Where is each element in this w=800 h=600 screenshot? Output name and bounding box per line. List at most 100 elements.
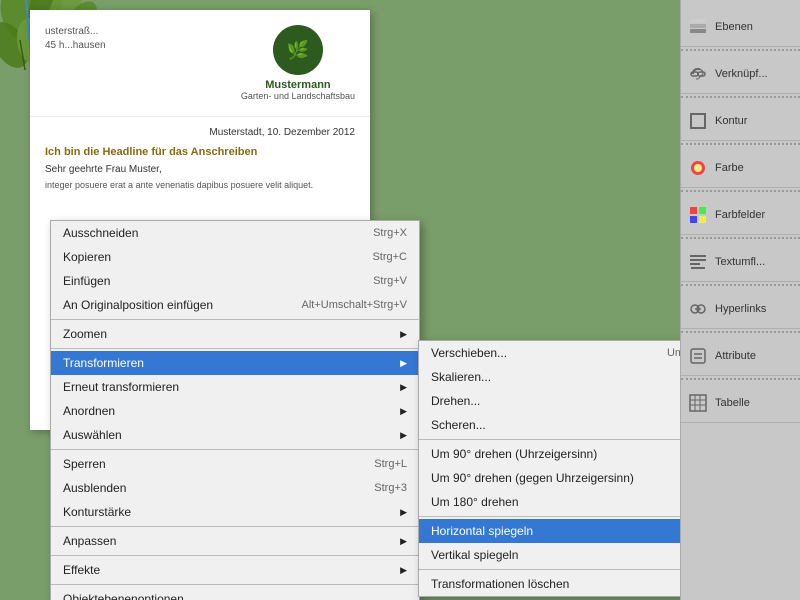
- canvas-area: usterstraß... 45 h...hausen 🌿 Mustermann…: [0, 0, 680, 600]
- panel-item-label: Attribute: [715, 350, 756, 362]
- menu-item-label: Sperren: [63, 457, 106, 471]
- menu-item-ausschneiden[interactable]: Ausschneiden Strg+X: [51, 221, 419, 245]
- doc-header: usterstraß... 45 h...hausen 🌿 Mustermann…: [30, 10, 370, 117]
- doc-body: Musterstadt, 10. Dezember 2012 Ich bin d…: [30, 117, 370, 202]
- context-menu-main: Ausschneiden Strg+X Kopieren Strg+C Einfügen…: [50, 220, 420, 600]
- menu-item-objektebenenoptionen[interactable]: Objektebenenoptionen...: [51, 587, 419, 600]
- menu-item-label: Anordnen: [63, 404, 115, 418]
- menu-shortcut: Alt+Umschalt+Strg+V: [302, 299, 407, 311]
- logo-circle: 🌿: [273, 25, 323, 75]
- panel-item-label: Tabelle: [715, 397, 750, 409]
- menu-item-label: Transformieren: [63, 356, 144, 370]
- submenu-item-label: Verschieben...: [431, 346, 507, 360]
- panel-item-verkn-pf[interactable]: Verknüpf...: [681, 55, 800, 94]
- submenu-separator: [419, 439, 680, 440]
- right-panel: Ebenen Verknüpf... Kontur Farbe Farbfelder Te…: [680, 0, 800, 600]
- panel-dotted-separator: [681, 96, 800, 100]
- menu-item-label: Zoomen: [63, 327, 107, 341]
- layers-icon: [687, 16, 709, 38]
- menu-item-label: Einfügen: [63, 274, 110, 288]
- submenu-item-label: Skalieren...: [431, 370, 491, 384]
- panel-item-textumfl[interactable]: Textumfl...: [681, 243, 800, 282]
- menu-shortcut: Strg+C: [372, 251, 407, 263]
- panel-dotted-separator: [681, 143, 800, 147]
- submenu-item-scheren[interactable]: Scheren...: [419, 413, 680, 437]
- panel-item-attribute[interactable]: Attribute: [681, 337, 800, 376]
- panel-dotted-separator: [681, 237, 800, 241]
- attribute-icon: [687, 345, 709, 367]
- panel-dotted-separator: [681, 190, 800, 194]
- stroke-icon: [687, 110, 709, 132]
- panel-item-label: Hyperlinks: [715, 303, 766, 315]
- submenu-item-drehen[interactable]: Drehen...: [419, 389, 680, 413]
- submenu-item-skalieren[interactable]: Skalieren...: [419, 365, 680, 389]
- submenu-item-transformationen-l-schen[interactable]: Transformationen löschen: [419, 572, 680, 596]
- panel-item-hyperlinks[interactable]: Hyperlinks: [681, 290, 800, 329]
- menu-item-kopieren[interactable]: Kopieren Strg+C: [51, 245, 419, 269]
- menu-item-label: An Originalposition einfügen: [63, 298, 213, 312]
- submenu-item-label: Vertikal spiegeln: [431, 548, 518, 562]
- submenu-item-horizontal-spiegeln[interactable]: Horizontal spiegeln: [419, 519, 680, 543]
- menu-item-erneut-transformieren[interactable]: Erneut transformieren: [51, 375, 419, 399]
- doc-body-text: integer posuere erat a ante venenatis da…: [45, 179, 355, 192]
- menu-shortcut: Strg+X: [373, 227, 407, 239]
- menu-separator: [51, 526, 419, 527]
- submenu-separator: [419, 569, 680, 570]
- panel-item-ebenen[interactable]: Ebenen: [681, 8, 800, 47]
- menu-item-label: Ausschneiden: [63, 226, 138, 240]
- submenu-item-um-90-drehen-uhrzeigersinn[interactable]: Um 90° drehen (Uhrzeigersinn): [419, 442, 680, 466]
- panel-item-kontur[interactable]: Kontur: [681, 102, 800, 141]
- link-icon: [687, 63, 709, 85]
- menu-separator: [51, 449, 419, 450]
- submenu-item-label: Scheren...: [431, 418, 486, 432]
- panel-item-tabelle[interactable]: Tabelle: [681, 384, 800, 423]
- menu-item-anordnen[interactable]: Anordnen: [51, 399, 419, 423]
- submenu-separator: [419, 516, 680, 517]
- panel-item-label: Farbe: [715, 162, 744, 174]
- menu-item-label: Objektebenenoptionen...: [63, 592, 194, 600]
- submenu-shortcut: Umschalt+Strg+M: [667, 347, 680, 359]
- submenu-item-label: Um 90° drehen (Uhrzeigersinn): [431, 447, 597, 461]
- menu-item-label: Anpassen: [63, 534, 116, 548]
- menu-item-ausw-hlen[interactable]: Auswählen: [51, 423, 419, 447]
- menu-separator: [51, 555, 419, 556]
- swatches-icon: [687, 204, 709, 226]
- submenu-item-vertikal-spiegeln[interactable]: Vertikal spiegeln: [419, 543, 680, 567]
- menu-item-ausblenden[interactable]: AusblendenStrg+3: [51, 476, 419, 500]
- submenu-item-label: Um 90° drehen (gegen Uhrzeigersinn): [431, 471, 634, 485]
- panel-item-label: Verknüpf...: [715, 68, 768, 80]
- menu-item-sperren[interactable]: Sperren Strg+L: [51, 452, 419, 476]
- menu-item-label: Auswählen: [63, 428, 122, 442]
- panel-item-label: Ebenen: [715, 21, 753, 33]
- doc-address: usterstraß... 45 h...hausen: [45, 25, 106, 53]
- submenu-item-um-90-drehen-gegen-uhrzeigersinn[interactable]: Um 90° drehen (gegen Uhrzeigersinn): [419, 466, 680, 490]
- submenu-item-label: Drehen...: [431, 394, 480, 408]
- panel-item-label: Textumfl...: [715, 256, 765, 268]
- menu-shortcut: Strg+V: [373, 275, 407, 287]
- doc-salutation: Sehr geehrte Frau Muster,: [45, 164, 355, 175]
- context-menu-sub-transform: Verschieben... Umschalt+Strg+M Skalieren..…: [418, 340, 680, 597]
- menu-item-einf-gen[interactable]: Einfügen Strg+V: [51, 269, 419, 293]
- menu-item-an-originalposition-einf-gen[interactable]: An Originalposition einfügen Alt+Umschalt…: [51, 293, 419, 317]
- menu-item-anpassen[interactable]: Anpassen: [51, 529, 419, 553]
- color-icon: [687, 157, 709, 179]
- panel-item-farbfelder[interactable]: Farbfelder: [681, 196, 800, 235]
- menu-item-konturst-rke[interactable]: Konturstärke: [51, 500, 419, 524]
- menu-item-label: Kopieren: [63, 250, 111, 264]
- menu-shortcut: Strg+L: [374, 458, 407, 470]
- panel-item-farbe[interactable]: Farbe: [681, 149, 800, 188]
- menu-item-label: Ausblenden: [63, 481, 126, 495]
- panel-top-spacer: [681, 0, 800, 8]
- menu-separator: [51, 319, 419, 320]
- menu-item-zoomen[interactable]: Zoomen: [51, 322, 419, 346]
- hyperlink-icon: [687, 298, 709, 320]
- menu-item-label: Erneut transformieren: [63, 380, 179, 394]
- panel-dotted-separator: [681, 378, 800, 382]
- menu-item-transformieren[interactable]: Transformieren: [51, 351, 419, 375]
- panel-dotted-separator: [681, 49, 800, 53]
- menu-item-effekte[interactable]: Effekte: [51, 558, 419, 582]
- doc-date: Musterstadt, 10. Dezember 2012: [45, 127, 355, 138]
- menu-item-label: Effekte: [63, 563, 100, 577]
- submenu-item-um-180-drehen[interactable]: Um 180° drehen: [419, 490, 680, 514]
- submenu-item-verschieben[interactable]: Verschieben... Umschalt+Strg+M: [419, 341, 680, 365]
